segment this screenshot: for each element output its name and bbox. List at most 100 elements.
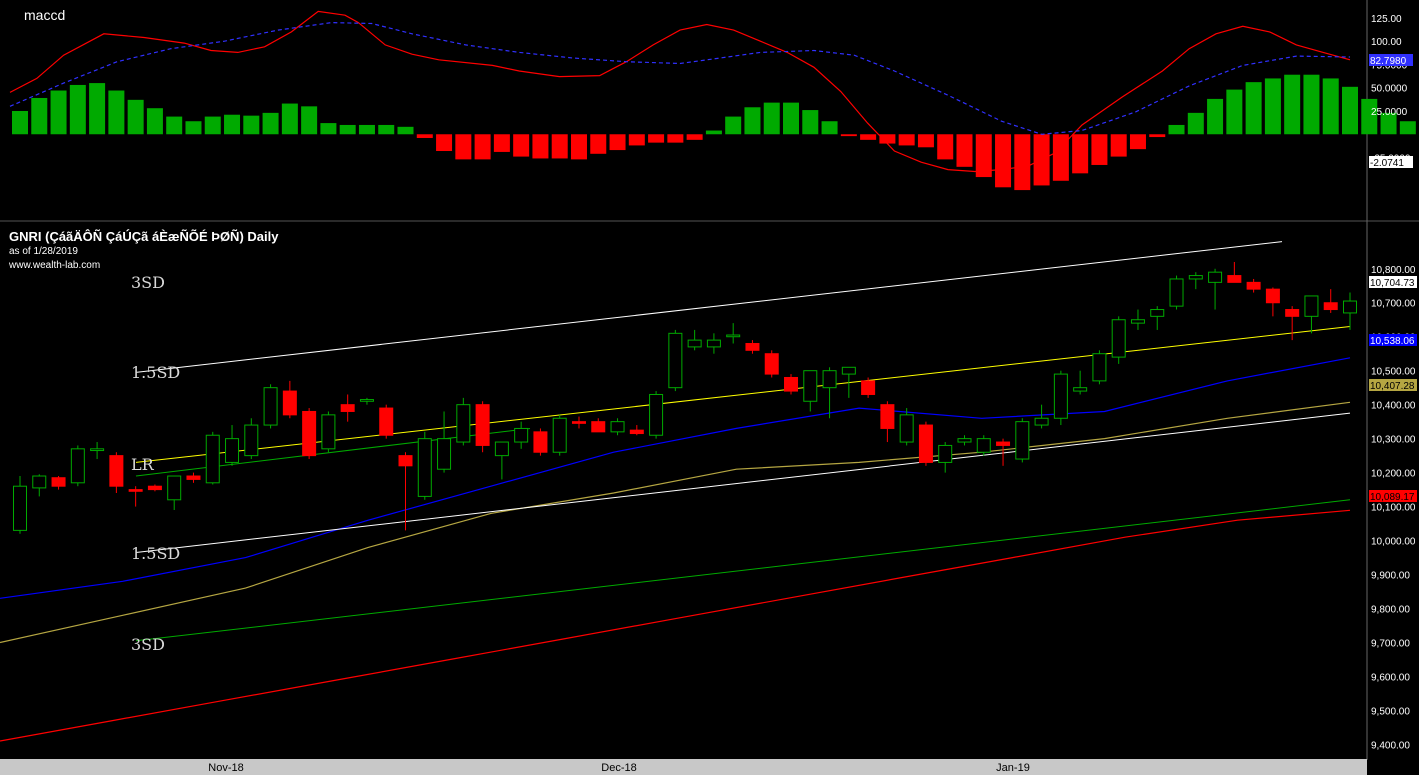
- sd-label-up3: 3SD: [131, 273, 165, 292]
- macd-hist-bar: [648, 134, 665, 143]
- candle-body: [880, 404, 895, 429]
- price-tick-label: 9,700.00: [1371, 638, 1410, 649]
- candle-body: [90, 448, 105, 452]
- candle-body: [726, 334, 741, 338]
- macd-hist-bar: [860, 134, 877, 140]
- candle-body: [610, 421, 625, 433]
- candle-body: [1053, 373, 1068, 419]
- macd-hist-bar: [301, 106, 318, 135]
- macd-hist-bar: [956, 134, 973, 167]
- price-tick-label: 10,500.00: [1371, 367, 1416, 378]
- price-tick-label: 10,300.00: [1371, 435, 1416, 446]
- candle-body: [263, 387, 278, 426]
- macd-hist-bar: [281, 103, 298, 135]
- price-tick-label: 10,100.00: [1371, 503, 1416, 514]
- candle-body: [745, 343, 760, 351]
- macd-hist-bar: [1168, 124, 1185, 135]
- source-site: www.wealth-lab.com: [8, 260, 100, 271]
- macd-hist-bar: [108, 90, 125, 135]
- candle-body: [417, 438, 432, 497]
- macd-hist-bar: [320, 123, 337, 135]
- macd-hist-bar: [1207, 98, 1224, 135]
- macd-hist-bar: [590, 134, 607, 154]
- candle-body: [282, 390, 297, 416]
- candle-body: [475, 404, 490, 446]
- candle-body: [1208, 271, 1223, 283]
- candle-body: [225, 438, 240, 463]
- macd-hist-bar: [1014, 134, 1031, 191]
- macd-hist-bar: [493, 134, 510, 152]
- macd-hist-bar: [1303, 74, 1320, 135]
- candle-body: [861, 380, 876, 395]
- candle-body: [938, 444, 953, 463]
- macd-hist-bar: [1110, 134, 1127, 157]
- macd-hist-bar: [146, 108, 163, 135]
- macd-tick-label: 50.0000: [1371, 84, 1408, 95]
- macd-hist-bar: [166, 116, 183, 135]
- macd-hist-bar: [436, 134, 453, 152]
- macd-hist-bar: [667, 134, 684, 143]
- macd-hist-bar: [339, 124, 356, 135]
- macd-hist-bar: [744, 107, 761, 135]
- ma-olive-tag: 10,407.28: [1370, 381, 1415, 392]
- macd-hist-bar: [127, 99, 144, 135]
- macd-hist-bar: [12, 111, 28, 135]
- candle-body: [32, 475, 47, 489]
- candle-body: [1246, 281, 1261, 290]
- candle-body: [514, 427, 529, 443]
- macd-hist-bar: [243, 115, 260, 135]
- sd-label-dn3: 3SD: [131, 635, 165, 654]
- close-tag: 10,704.73: [1370, 278, 1415, 289]
- stock-chart: 10,800.0010,700.0010,600.0010,500.0010,4…: [0, 0, 1419, 775]
- macd-hist-bar: [474, 134, 491, 160]
- candle-body: [1034, 417, 1049, 426]
- candle-body: [1343, 300, 1357, 314]
- candle-body: [128, 489, 143, 492]
- x-axis-bar: [0, 759, 1367, 775]
- macd-hist-bar: [262, 112, 279, 135]
- price-tick-label: 10,700.00: [1371, 299, 1416, 310]
- candle-body: [957, 438, 972, 443]
- macd-hist-bar: [1187, 112, 1204, 135]
- macd-hist-bar: [532, 134, 549, 159]
- macd-hist-bar: [358, 124, 375, 135]
- price-tick-label: 9,800.00: [1371, 605, 1410, 616]
- candle-body: [1265, 288, 1280, 304]
- candle-body: [205, 434, 220, 484]
- candle-body: [379, 407, 394, 436]
- lr-label: LR: [131, 455, 155, 474]
- candle-body: [1073, 387, 1088, 392]
- macd-hist-bar: [628, 134, 645, 146]
- macd-tick-label: 125.00: [1371, 14, 1402, 25]
- candle-body: [340, 404, 355, 412]
- macd-hist-bar: [1226, 89, 1243, 135]
- x-tick-nov: Nov-18: [208, 762, 243, 774]
- macd-hist-bar: [1245, 82, 1262, 135]
- price-tick-label: 9,400.00: [1371, 740, 1410, 751]
- candle-body: [533, 431, 548, 453]
- macd-hist-bar: [1264, 78, 1281, 135]
- macd-hist-bar: [840, 134, 857, 137]
- macd-hist-bar: [705, 130, 722, 135]
- macd-hist-bar: [455, 134, 472, 160]
- macd-label: maccd: [24, 7, 65, 23]
- macd-hist-bar: [31, 97, 48, 135]
- hist-tag: -2.0741: [1370, 158, 1404, 169]
- macd-hist-bar: [1322, 78, 1339, 135]
- sd-label-up15: 1.5SD: [131, 363, 180, 382]
- macd-hist-bar: [917, 134, 934, 148]
- macd-hist-bar: [1091, 134, 1108, 165]
- macd-hist-bar: [879, 134, 896, 144]
- macd-tick-label: 25.0000: [1371, 107, 1408, 118]
- candle-body: [591, 421, 606, 433]
- macd-hist-bar: [185, 121, 202, 135]
- sd-label-dn15: 1.5SD: [131, 544, 180, 563]
- candle-body: [1169, 278, 1184, 307]
- price-tick-label: 9,600.00: [1371, 672, 1410, 683]
- candle-body: [1130, 319, 1145, 324]
- candle-body: [629, 429, 644, 435]
- candle-body: [1227, 275, 1242, 283]
- macd-hist-bar: [821, 121, 838, 135]
- candle-body: [1150, 309, 1165, 317]
- candle-body: [302, 410, 317, 457]
